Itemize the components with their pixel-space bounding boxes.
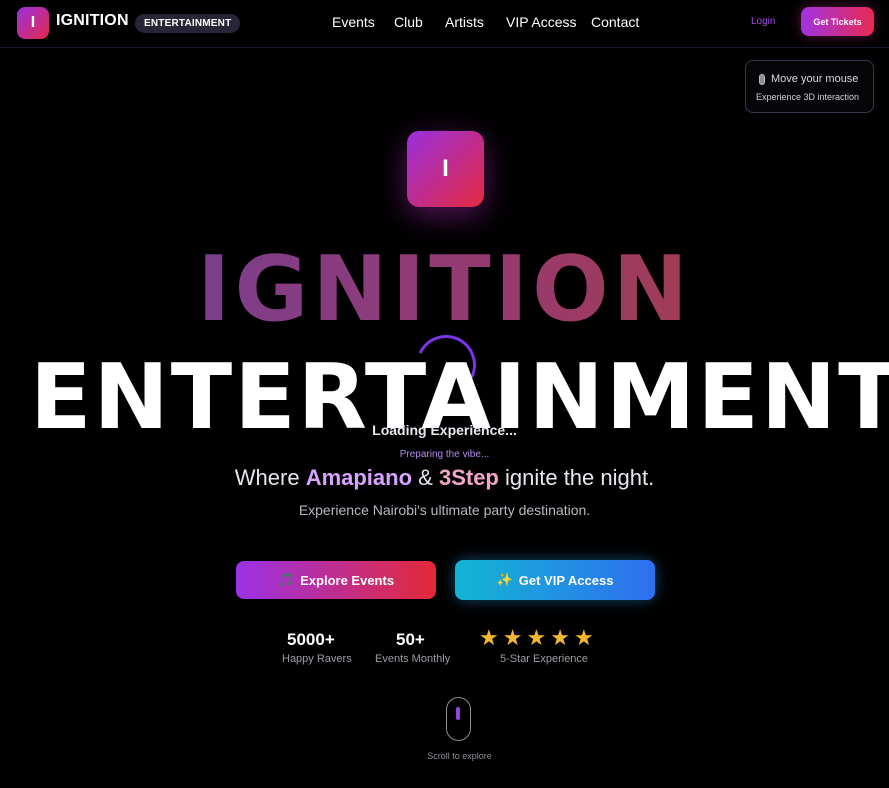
- preparing-text: Preparing the vibe...: [399, 449, 490, 460]
- tagline-pre: Where: [234, 465, 306, 490]
- nav-link-club[interactable]: Club: [394, 14, 423, 30]
- loading-text: Loading Experience...: [372, 422, 517, 438]
- star-icon: ★: [526, 625, 547, 650]
- sparkles-icon: ✨: [496, 572, 513, 587]
- hero-logo: I: [407, 131, 484, 207]
- hero-title-line1: IGNITION: [0, 240, 889, 340]
- hero-tagline: Where Amapiano & 3Step ignite the night.: [0, 465, 889, 491]
- star-icon: ★: [550, 625, 570, 650]
- stat-label-ravers: Happy Ravers: [282, 653, 352, 665]
- mouse-hint-box: Move your mouse Experience 3D interactio…: [745, 60, 874, 113]
- stat-value-ravers: 5000+: [287, 630, 335, 649]
- get-tickets-button[interactable]: Get Tickets: [801, 7, 874, 36]
- mouse-icon: [759, 73, 765, 85]
- hint-subtitle: Experience 3D interaction: [756, 92, 860, 102]
- scroll-mouse-icon[interactable]: [446, 697, 471, 741]
- brand-logo[interactable]: I: [17, 7, 49, 39]
- explore-events-button[interactable]: 🎵 Explore Events: [236, 561, 436, 599]
- nav-link-events[interactable]: Events: [332, 14, 375, 30]
- star-icon: ★: [573, 625, 594, 650]
- tagline-post: ignite the night.: [498, 465, 655, 490]
- scroll-wheel-dot: [456, 707, 460, 720]
- tagline-amp: &: [412, 465, 439, 490]
- nav-link-artists[interactable]: Artists: [445, 14, 484, 30]
- explore-events-label: Explore Events: [300, 572, 395, 588]
- brand-name[interactable]: IGNITION: [56, 12, 129, 30]
- star-icon: ★: [502, 625, 523, 650]
- tagline-genre-3step: 3Step: [438, 465, 499, 490]
- star-rating: ★ ★ ★ ★ ★: [479, 626, 594, 650]
- tagline-genre-amapiano: Amapiano: [305, 465, 413, 490]
- hint-title: Move your mouse: [771, 73, 859, 85]
- nav-link-contact[interactable]: Contact: [591, 14, 639, 30]
- music-note-icon: 🎵: [277, 572, 295, 587]
- rating-label: 5-Star Experience: [500, 653, 589, 665]
- hero-logo-letter: I: [442, 155, 449, 182]
- brand-badge: ENTERTAINMENT: [135, 14, 241, 33]
- login-link[interactable]: Login: [751, 16, 775, 27]
- brand-logo-letter: I: [30, 14, 36, 31]
- stat-value-events: 50+: [396, 630, 425, 649]
- nav-link-vip-access[interactable]: VIP Access: [506, 14, 577, 30]
- get-vip-access-label: Get VIP Access: [518, 572, 614, 588]
- star-icon: ★: [479, 625, 499, 650]
- get-vip-access-button[interactable]: ✨ Get VIP Access: [455, 560, 655, 600]
- hero-subtitle: Experience Nairobi's ultimate party dest…: [298, 502, 591, 518]
- stat-label-events: Events Monthly: [375, 653, 451, 665]
- scroll-label: Scroll to explore: [427, 751, 492, 761]
- top-nav: I IGNITION ENTERTAINMENT Events Club Art…: [0, 0, 889, 48]
